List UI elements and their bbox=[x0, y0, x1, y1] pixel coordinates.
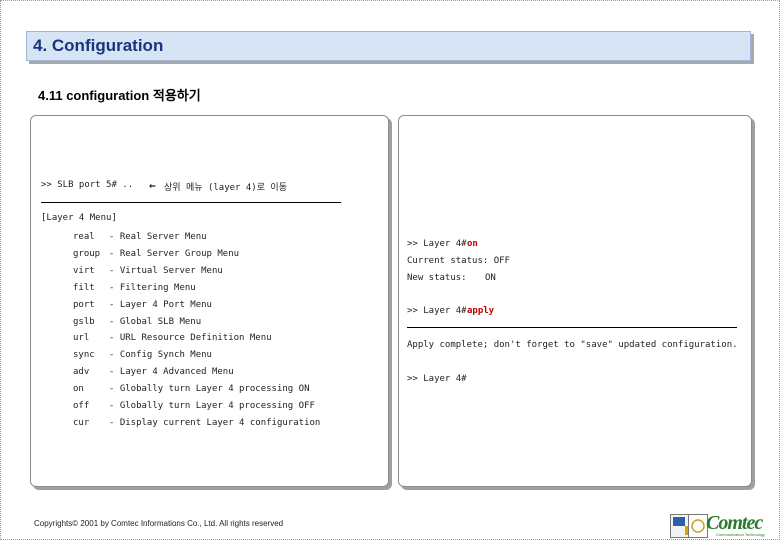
menu-command: off bbox=[73, 401, 90, 411]
menu-description: - Global SLB Menu bbox=[109, 316, 202, 327]
menu-description: - Display current Layer 4 configuration bbox=[109, 417, 321, 428]
menu-row-off: off - Globally turn Layer 4 processing OF… bbox=[31, 401, 371, 415]
menu-description: - URL Resource Definition Menu bbox=[109, 333, 272, 344]
menu-command: sync bbox=[73, 350, 95, 361]
command-on: on bbox=[467, 239, 478, 249]
right-terminal-panel: >> Layer 4# on Current status: OFF New s… bbox=[398, 115, 752, 487]
section-subtitle: 4.11 configuration 적용하기 bbox=[38, 88, 201, 103]
menu-command: port bbox=[73, 299, 95, 310]
menu-description: - Config Synch Menu bbox=[109, 350, 212, 361]
new-status-value: ON bbox=[485, 273, 496, 283]
menu-command: url bbox=[73, 333, 90, 344]
layer4-prompt-3: >> Layer 4# bbox=[407, 374, 467, 384]
menu-row-group: group - Real Server Group Menu bbox=[31, 249, 371, 263]
new-status-label: New status: bbox=[407, 273, 467, 283]
menu-row-port: port - Layer 4 Port Menu bbox=[31, 300, 371, 314]
menu-command: cur bbox=[73, 417, 90, 428]
menu-command: gslb bbox=[73, 316, 95, 327]
menu-row-virt: virt - Virtual Server Menu bbox=[31, 266, 371, 280]
command-apply: apply bbox=[467, 306, 495, 316]
menu-description: - Virtual Server Menu bbox=[109, 265, 223, 276]
layer4-prompt-2: >> Layer 4# bbox=[407, 306, 467, 316]
slide-header: 4. Configuration bbox=[26, 31, 751, 61]
menu-row-cur: cur - Display current Layer 4 configurati… bbox=[31, 418, 371, 432]
menu-command: virt bbox=[73, 265, 95, 276]
menu-description: - Real Server Menu bbox=[109, 232, 207, 242]
menu-description: - Globally turn Layer 4 processing ON bbox=[109, 384, 310, 395]
layer4-prompt-1: >> Layer 4# bbox=[407, 239, 467, 249]
menu-description: - Real Server Group Menu bbox=[109, 248, 240, 259]
quality-seal-icon bbox=[688, 514, 708, 538]
menu-command: real bbox=[73, 232, 95, 242]
left-terminal-panel: >> SLB port 5# .. ← 상위 메뉴 (layer 4)로 이동 … bbox=[30, 115, 389, 487]
menu-row-real: real - Real Server Menu bbox=[31, 232, 371, 246]
menu-command: on bbox=[73, 384, 84, 395]
comtec-tagline: Communication Technology bbox=[716, 532, 766, 537]
copyright-footer: Copyrights© 2001 by Comtec Informations … bbox=[34, 519, 284, 528]
menu-row-sync: sync - Config Synch Menu bbox=[31, 350, 371, 364]
current-status: Current status: OFF bbox=[407, 256, 510, 266]
divider bbox=[41, 202, 341, 203]
menu-header: [Layer 4 Menu] bbox=[41, 213, 117, 223]
apply-message: Apply complete; don't forget to "save" u… bbox=[407, 340, 738, 350]
menu-row-on: on - Globally turn Layer 4 processing ON bbox=[31, 384, 371, 398]
slide-title: 4. Configuration bbox=[33, 36, 164, 55]
menu-description: - Layer 4 Advanced Menu bbox=[109, 367, 234, 378]
menu-command: adv bbox=[73, 367, 90, 378]
menu-row-gslb: gslb - Global SLB Menu bbox=[31, 317, 371, 331]
menu-row-url: url - URL Resource Definition Menu bbox=[31, 333, 371, 347]
menu-row-filt: filt - Filtering Menu bbox=[31, 283, 371, 297]
divider bbox=[407, 327, 737, 328]
menu-description: - Filtering Menu bbox=[109, 282, 196, 293]
menu-description: - Layer 4 Port Menu bbox=[109, 299, 212, 310]
menu-row-adv: adv - Layer 4 Advanced Menu bbox=[31, 367, 371, 381]
menu-command: group bbox=[73, 248, 101, 259]
menu-description: - Globally turn Layer 4 processing OFF bbox=[109, 401, 315, 411]
navigation-note: 상위 메뉴 (layer 4)로 이동 bbox=[164, 183, 287, 193]
menu-command: filt bbox=[73, 282, 95, 293]
slb-prompt: >> SLB port 5# .. bbox=[41, 180, 134, 190]
left-arrow-icon: ← bbox=[149, 179, 156, 192]
